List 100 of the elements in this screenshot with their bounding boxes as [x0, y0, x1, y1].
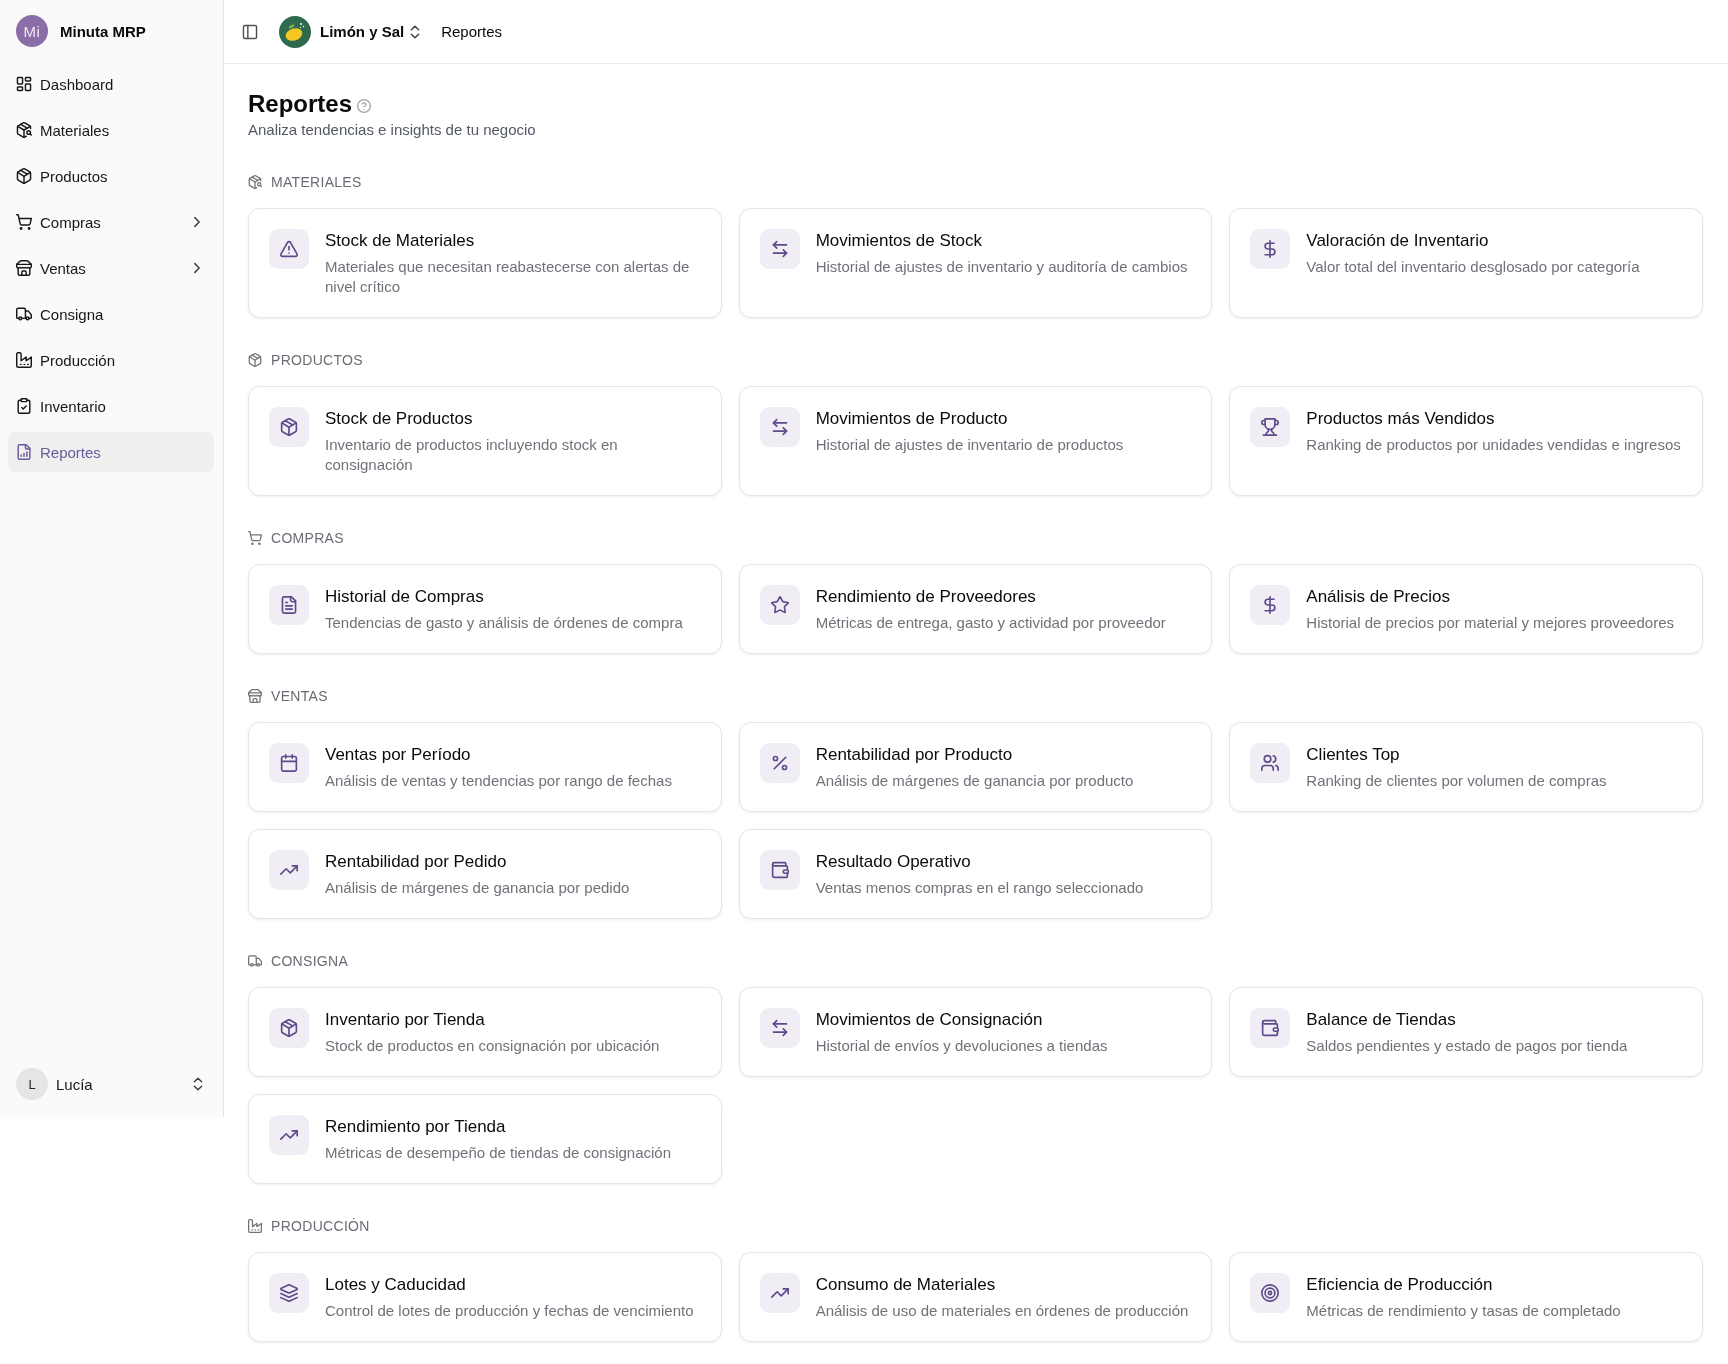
swap-arrows-icon: [759, 229, 800, 269]
card-title: Balance de Tiendas: [1306, 1009, 1457, 1031]
report-card[interactable]: Rentabilidad por Producto Análisis de márgenes de ganancia por producto: [738, 722, 1213, 812]
report-card[interactable]: Resultado Operativo Ventas menos compras en el rango seleccionado: [738, 829, 1213, 919]
nav-item[interactable]: Inventario: [8, 386, 214, 426]
report-card[interactable]: Inventario por Tienda Stock de productos en consignación por ubicación: [248, 987, 722, 1077]
nav-item[interactable]: Productos: [8, 156, 214, 196]
organization-switcher[interactable]: Limón y Sal: [320, 23, 424, 40]
card-description: Métricas de entrega, gasto y actividad por proveedor: [815, 613, 1166, 633]
card-title: Análisis de Precios: [1306, 586, 1451, 608]
box-icon: [248, 353, 262, 367]
report-card[interactable]: Ventas por Período Análisis de ventas y tendencias por rango de fechas: [248, 722, 722, 812]
card-title: Rentabilidad por Pedido: [325, 851, 508, 873]
section-title: PRODUCTOS: [271, 352, 363, 368]
trending-up-icon: [269, 850, 309, 890]
card-description: Análisis de márgenes de ganancia por producto: [815, 771, 1134, 791]
report-card[interactable]: Valoración de Inventario Valor total del inventario desglosado por categoría: [1229, 208, 1703, 318]
report-card[interactable]: Historial de Compras Tendencias de gasto y análisis de órdenes de compra: [248, 564, 722, 654]
card-title: Stock de Materiales: [325, 230, 476, 252]
report-card[interactable]: Movimientos de Consignación Historial de envíos y devoluciones a tiendas: [738, 987, 1213, 1077]
card-description: Análisis de uso de materiales en órdenes de producción: [815, 1301, 1189, 1321]
lemon-logo-icon: [279, 15, 311, 48]
card-title: Movimientos de Consignación: [815, 1009, 1044, 1031]
report-card[interactable]: Balance de Tiendas Saldos pendientes y estado de pagos por tienda: [1229, 987, 1703, 1077]
trophy-icon: [1250, 407, 1291, 447]
clipboard-check-icon: [16, 398, 32, 414]
document-icon: [269, 585, 309, 625]
section-title: MATERIALES: [271, 174, 362, 190]
card-description: Historial de precios por material y mejores proveedores: [1306, 613, 1674, 633]
card-description: Análisis de márgenes de ganancia por pedido: [325, 878, 630, 898]
card-title: Inventario por Tienda: [325, 1009, 486, 1031]
card-title: Rendimiento por Tienda: [325, 1116, 507, 1138]
help-icon: [357, 99, 372, 113]
report-card[interactable]: Movimientos de Producto Historial de ajustes de inventario de productos: [738, 386, 1213, 496]
card-title: Movimientos de Stock: [815, 230, 983, 252]
report-card[interactable]: Stock de Productos Inventario de productos incluyendo stock en consignación: [248, 386, 722, 496]
nav-item[interactable]: Reportes: [8, 432, 214, 472]
swap-arrows-icon: [759, 407, 800, 447]
section-title: PRODUCCIÓN: [271, 1218, 370, 1234]
page-title: Reportes: [248, 89, 353, 119]
warning-icon: [269, 229, 309, 269]
card-title: Historial de Compras: [325, 586, 485, 608]
calendar-icon: [269, 743, 309, 783]
report-card[interactable]: Análisis de Precios Historial de precios por material y mejores proveedores: [1229, 564, 1703, 654]
section-title: COMPRAS: [271, 530, 344, 546]
report-card[interactable]: Rendimiento de Proveedores Métricas de entrega, gasto y actividad por proveedor: [738, 564, 1213, 654]
report-card[interactable]: Movimientos de Stock Historial de ajustes de inventario y auditoría de cambios: [738, 208, 1213, 318]
card-title: Rendimiento de Proveedores: [815, 586, 1037, 608]
report-card[interactable]: Rendimiento por Tienda Métricas de desempeño de tiendas de consignación: [248, 1094, 722, 1184]
report-card[interactable]: Stock de Materiales Materiales que necesitan reabastecerse con alertas de nivel crítico: [248, 208, 722, 318]
card-description: Historial de ajustes de inventario de productos: [815, 435, 1124, 455]
card-title: Lotes y Caducidad: [325, 1274, 467, 1296]
card-description: Ranking de clientes por volumen de compras: [1306, 771, 1607, 791]
nav-item[interactable]: Consigna: [8, 294, 214, 334]
store-icon: [248, 689, 262, 703]
card-title: Clientes Top: [1306, 744, 1401, 766]
breadcrumb[interactable]: Reportes: [441, 23, 503, 40]
report-card[interactable]: Eficiencia de Producción Métricas de rendimiento y tasas de completado: [1229, 1252, 1703, 1342]
package-search-icon: [16, 122, 32, 138]
nav-item[interactable]: Producción: [8, 340, 214, 380]
factory-icon: [16, 352, 32, 368]
nav-item[interactable]: Compras: [8, 202, 214, 242]
swap-arrows-icon: [759, 1008, 800, 1048]
card-description: Materiales que necesitan reabastecerse con alertas de nivel crítico: [325, 257, 691, 297]
user-menu-button[interactable]: Lucía: [56, 1068, 206, 1100]
nav-item[interactable]: Materiales: [8, 110, 214, 150]
report-card[interactable]: Productos más Vendidos Ranking de productos por unidades vendidas e ingresos: [1229, 386, 1703, 496]
cart-icon: [248, 531, 262, 545]
card-title: Movimientos de Producto: [815, 408, 1009, 430]
report-card[interactable]: Rentabilidad por Pedido Análisis de márgenes de ganancia por pedido: [248, 829, 722, 919]
card-description: Métricas de desempeño de tiendas de consignación: [325, 1143, 672, 1163]
card-title: Rentabilidad por Producto: [815, 744, 1014, 766]
wallet-icon: [759, 850, 800, 890]
truck-icon: [16, 306, 32, 322]
card-title: Ventas por Período: [325, 744, 472, 766]
brand-name: Minuta MRP: [60, 22, 146, 40]
card-description: Ranking de productos por unidades vendidas e ingresos: [1306, 435, 1681, 455]
card-title: Resultado Operativo: [815, 851, 972, 873]
nav-item[interactable]: Ventas: [8, 248, 214, 288]
nav-item[interactable]: Dashboard: [8, 64, 214, 104]
report-card[interactable]: Consumo de Materiales Análisis de uso de materiales en órdenes de producción: [738, 1252, 1213, 1342]
package-search-icon: [248, 175, 262, 189]
dollar-icon: [1250, 585, 1291, 625]
section-title: VENTAS: [271, 688, 328, 704]
card-title: Stock de Productos: [325, 408, 474, 430]
factory-icon: [248, 1219, 262, 1233]
card-title: Consumo de Materiales: [815, 1274, 997, 1296]
card-description: Control de lotes de producción y fechas de vencimiento: [325, 1301, 694, 1321]
box-icon: [269, 407, 309, 447]
target-icon: [1250, 1273, 1291, 1313]
truck-icon: [248, 954, 262, 968]
card-title: Valoración de Inventario: [1306, 230, 1490, 252]
card-description: Ventas menos compras en el rango seleccionado: [815, 878, 1144, 898]
report-card[interactable]: Lotes y Caducidad Control de lotes de producción y fechas de vencimiento: [248, 1252, 722, 1342]
sidebar-panel-icon[interactable]: [242, 23, 258, 40]
dashboard-icon: [16, 76, 32, 92]
users-icon: [1250, 743, 1291, 783]
report-card[interactable]: Clientes Top Ranking de clientes por volumen de compras: [1229, 722, 1703, 812]
card-description: Tendencias de gasto y análisis de órdenes de compra: [325, 613, 683, 633]
card-title: Eficiencia de Producción: [1306, 1274, 1494, 1296]
